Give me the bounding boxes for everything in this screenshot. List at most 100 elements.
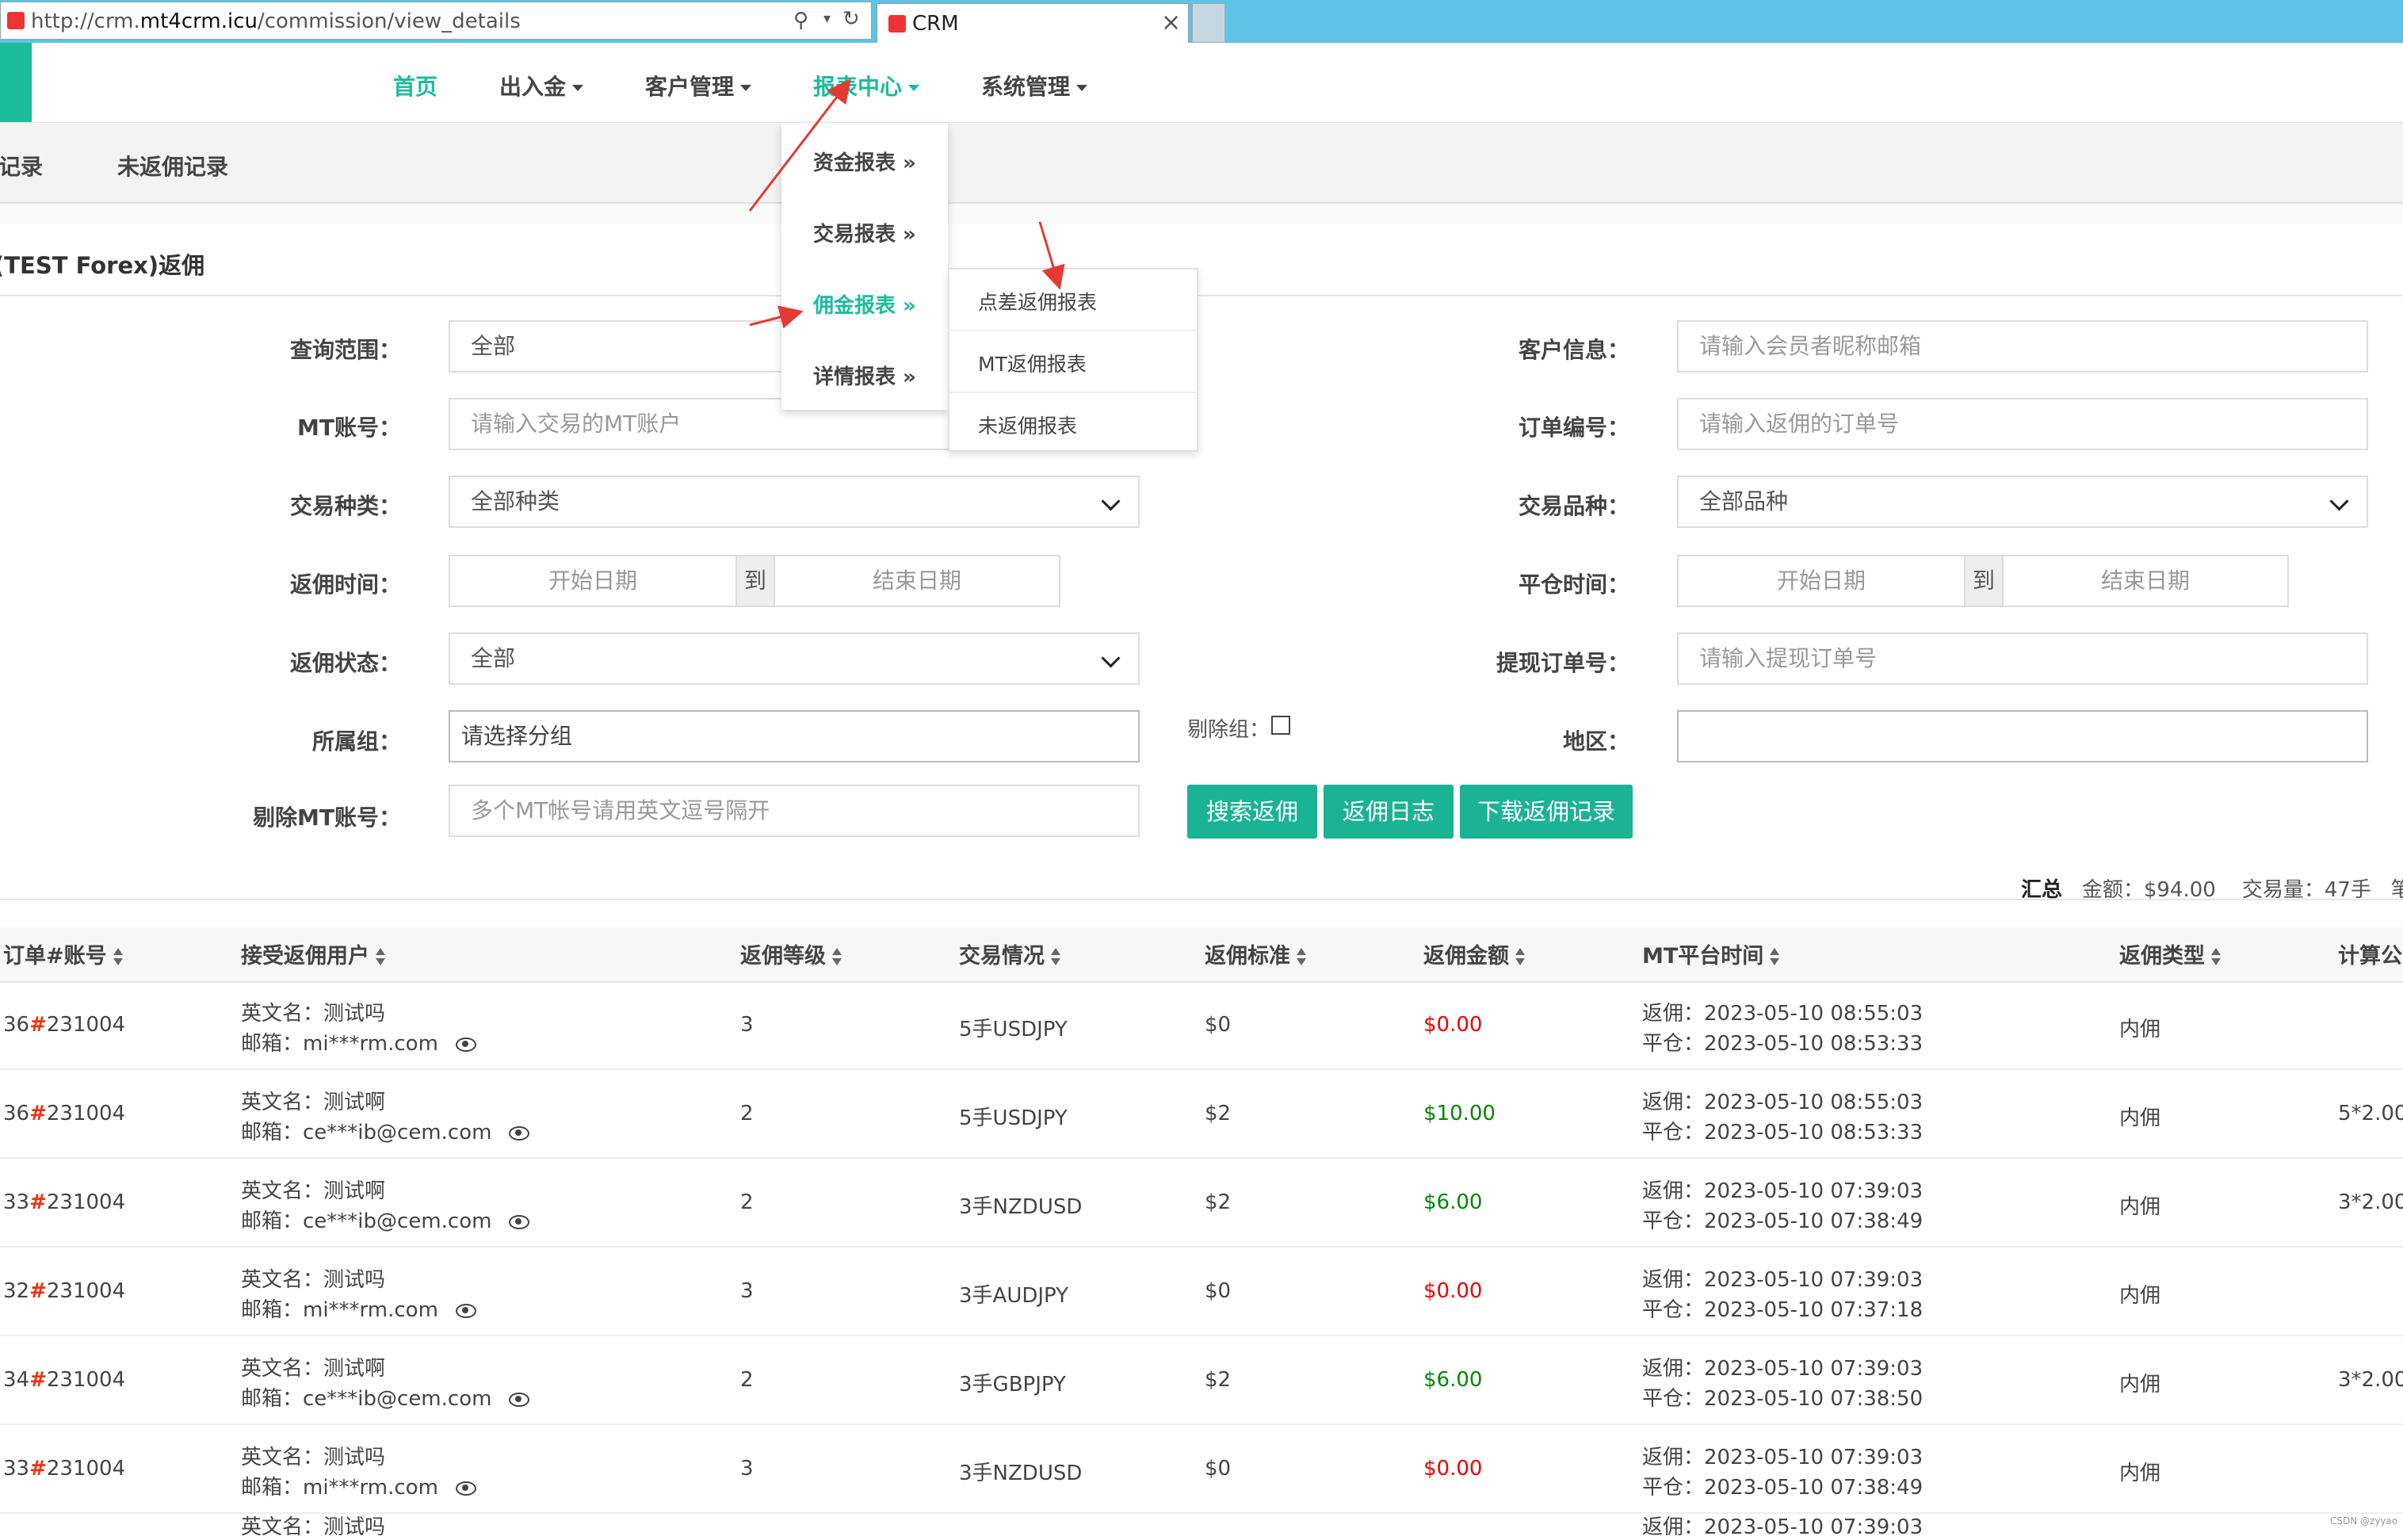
eye-icon[interactable] [455,1037,476,1052]
commission-amount: $0.00 [1423,1457,1483,1481]
sort-icon[interactable] [1051,947,1060,967]
eye-icon[interactable] [455,1481,476,1496]
eye-icon[interactable] [509,1125,530,1141]
commission-standard: $0 [1205,1279,1232,1303]
order-hash: # [29,1457,47,1481]
commission-standard: $2 [1205,1190,1232,1214]
sort-icon[interactable] [376,947,385,967]
col-mt-time[interactable]: MT平台时间 [1642,938,1780,969]
nav-report-center[interactable]: 报表中心 [813,70,920,101]
commission-level: 2 [740,1368,754,1392]
region-label: 地区： [1562,728,1629,755]
exclude-group-label: 剔除组： [1187,718,1270,742]
date-range-separator: 到 [735,556,775,606]
submenu-spread-rebate-report[interactable]: 点差返佣报表 [978,287,1097,315]
nav-customer-management[interactable]: 客户管理 [645,70,752,101]
commission-start-date-input[interactable]: 开始日期 [450,556,735,606]
sort-icon[interactable] [113,947,123,967]
order-account[interactable]: 34#231004 [3,1368,125,1392]
commission-level: 3 [740,1013,754,1037]
order-account[interactable]: 32#231004 [3,1279,125,1303]
nav-system-management[interactable]: 系统管理 [981,70,1088,101]
close-start-date-input[interactable]: 开始日期 [1679,556,1964,606]
commission-time-label: 返佣时间： [289,571,401,598]
order-account[interactable]: 36#231004 [3,1102,125,1125]
commission-level: 3 [740,1279,754,1303]
tab-title: CRM [912,12,959,36]
symbol-select[interactable]: 全部品种 [1677,476,2368,528]
table-row: 33#231004 英文名：测试啊 邮箱：ce***ib@cem.com 2 3手NZD… [0,1160,2403,1248]
nav-home[interactable]: 首页 [393,70,437,101]
commission-type: 内佣 [2119,1106,2161,1130]
address-bar[interactable]: http://crm.mt4crm.icu/commission/view_de… [0,2,872,40]
submenu-mt-rebate-report[interactable]: MT返佣报表 [978,349,1087,377]
address-url[interactable]: http://crm.mt4crm.icu/commission/view_de… [31,7,521,36]
group-select[interactable]: 请选择分组 [449,710,1140,762]
tab-close-icon[interactable]: × [1161,9,1181,36]
withdraw-no-input[interactable]: 请输入提现订单号 [1677,632,2368,685]
trade-info: 3手GBPJPY [959,1373,1066,1397]
col-recipient[interactable]: 接受返佣用户 [241,938,385,969]
download-records-button[interactable]: 下载返佣记录 [1460,785,1633,839]
address-search-icon[interactable]: ⚲ [793,9,808,32]
sort-icon[interactable] [1515,947,1525,967]
eye-icon[interactable] [509,1392,530,1407]
formula: 3*2.00 [2338,1190,2403,1214]
sort-icon[interactable] [2211,947,2221,967]
customer-info-input[interactable]: 请输入会员者昵称邮箱 [1677,320,2368,373]
browser-tab[interactable]: CRM × [877,3,1189,43]
chevron-down-icon [1101,648,1121,668]
eye-icon[interactable] [455,1303,476,1318]
recipient-email: 邮箱：ce***ib@cem.com [241,1116,530,1145]
col-standard[interactable]: 返佣标准 [1205,938,1306,969]
commission-status-select[interactable]: 全部 [449,632,1140,685]
region-input[interactable] [1677,710,2368,762]
nav-deposit-withdraw[interactable]: 出入金 [499,70,584,101]
tab-commission-records[interactable]: 佣记录 [0,150,43,182]
table-row-partial: 英文名：测试吗 返佣：2023-05-10 07:39:03 [0,1496,2403,1539]
sort-icon[interactable] [1770,947,1780,967]
col-formula[interactable]: 计算公 [2338,938,2402,969]
exclude-mt-label: 剔除MT账号： [253,804,401,831]
menu-funds-report[interactable]: 资金报表 » [813,147,916,176]
col-commission-type[interactable]: 返佣类型 [2119,938,2221,969]
col-level[interactable]: 返佣等级 [740,938,842,969]
col-trade[interactable]: 交易情况 [959,938,1060,969]
menu-details-report[interactable]: 详情报表 » [813,361,916,390]
commission-log-button[interactable]: 返佣日志 [1324,785,1454,839]
commission-type: 内佣 [2119,1462,2161,1485]
formula: 5*2.00 [2338,1102,2403,1125]
exclude-mt-input[interactable]: 多个MT帐号请用英文逗号隔开 [449,785,1140,837]
tab-uncommissioned-records[interactable]: 未返佣记录 [117,150,228,182]
address-dropdown-icon[interactable]: ▾ [823,10,831,27]
order-account[interactable]: 36#231004 [3,1013,125,1037]
sort-icon[interactable] [1297,947,1306,967]
commission-level: 2 [740,1190,754,1214]
commission-report-submenu: 点差返佣报表 MT返佣报表 未返佣报表 [948,268,1198,452]
commission-end-date-input[interactable]: 结束日期 [775,556,1059,606]
menu-trading-report[interactable]: 交易报表 » [813,218,916,247]
browser-toolbar: http://crm.mt4crm.icu/commission/view_de… [0,0,2403,43]
recipient-email: 邮箱：mi***rm.com [241,1027,476,1057]
submenu-unrebated-report[interactable]: 未返佣报表 [978,411,1077,439]
eye-icon[interactable] [509,1214,530,1229]
col-order-account[interactable]: 订单#账号 [3,938,123,969]
panel-title: (TEST Forex)返佣 [0,252,205,279]
sort-icon[interactable] [832,947,842,967]
order-no-input[interactable]: 请输入返佣的订单号 [1677,398,2368,450]
col-amount[interactable]: 返佣金额 [1423,938,1525,969]
order-account[interactable]: 33#231004 [3,1190,125,1214]
trade-type-select[interactable]: 全部种类 [449,476,1140,528]
commission-amount: $6.00 [1423,1368,1483,1392]
refresh-icon[interactable]: ↻ [842,7,860,31]
exclude-group-checkbox[interactable] [1271,716,1290,735]
order-account[interactable]: 33#231004 [3,1457,125,1481]
search-commission-button[interactable]: 搜索返佣 [1187,785,1317,839]
watermark: CSDN @zyyao [2330,1515,2398,1527]
order-no-label: 订单编号： [1518,415,1629,441]
rebate-time: 返佣：2023-05-10 07:39:03 [1642,1357,1924,1381]
symbol-label: 交易品种： [1518,493,1629,519]
new-tab-button[interactable] [1192,3,1225,43]
close-end-date-input[interactable]: 结束日期 [2004,556,2287,606]
menu-commission-report[interactable]: 佣金报表 » [813,289,916,319]
